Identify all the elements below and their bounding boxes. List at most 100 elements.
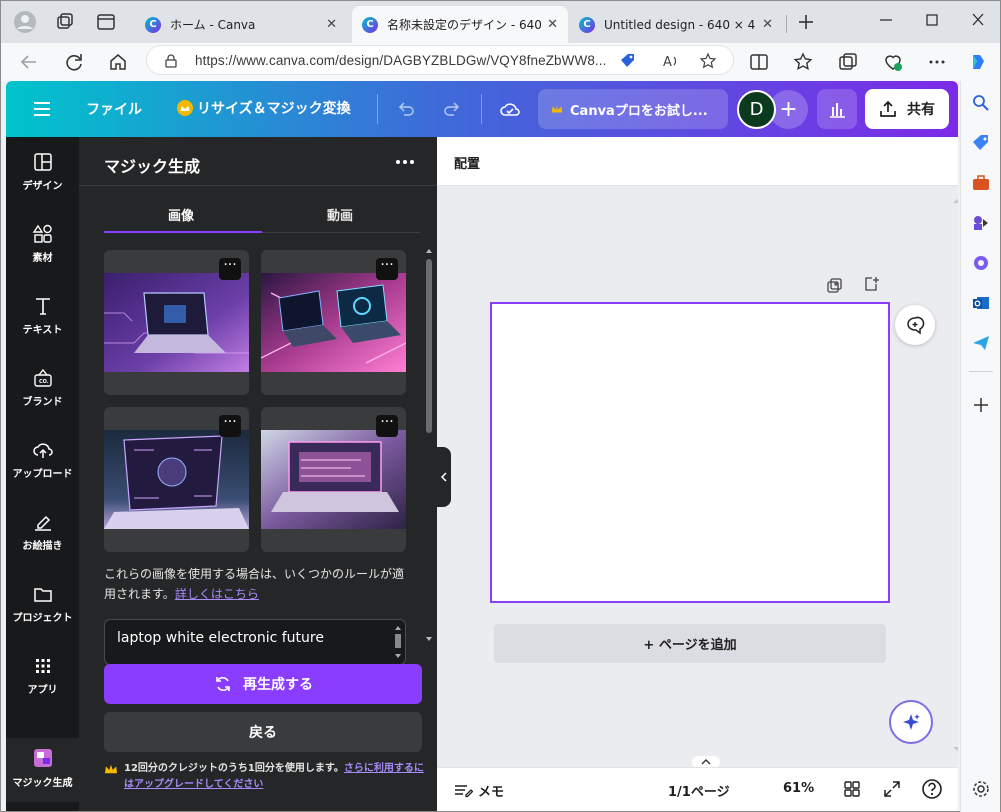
add-sidebar-icon[interactable] bbox=[971, 395, 991, 415]
rail-item-elements[interactable]: 素材 bbox=[6, 215, 79, 279]
duplicate-page-icon[interactable] bbox=[826, 277, 844, 295]
tab-title: ホーム - Canva bbox=[170, 18, 256, 32]
tab-untitled-design[interactable]: C Untitled design - 640 × 480p ✕ bbox=[569, 6, 783, 43]
help-icon[interactable] bbox=[921, 778, 943, 800]
coupon-icon[interactable] bbox=[619, 52, 637, 70]
copilot-icon[interactable] bbox=[967, 51, 989, 73]
split-screen-icon[interactable] bbox=[748, 51, 770, 73]
share-button[interactable]: 共有 bbox=[865, 89, 949, 129]
generated-image-2[interactable]: ··· bbox=[261, 250, 406, 395]
page-indicator[interactable]: 1/1ページ bbox=[668, 781, 730, 800]
shopping-tag-icon[interactable] bbox=[971, 133, 991, 153]
rail-item-apps[interactable]: アプリ bbox=[6, 647, 79, 711]
tools-icon[interactable] bbox=[971, 173, 991, 193]
rail-item-brand[interactable]: CO. ブランド bbox=[6, 359, 79, 423]
svg-text:A: A bbox=[663, 55, 672, 70]
shapes-icon bbox=[32, 224, 52, 243]
back-button[interactable]: 戻る bbox=[104, 712, 422, 752]
rail-item-projects[interactable]: プロジェクト bbox=[6, 575, 79, 639]
undo-icon[interactable] bbox=[396, 99, 416, 119]
new-tab-icon[interactable] bbox=[794, 10, 818, 34]
workspace-scrollbar[interactable] bbox=[953, 197, 958, 757]
close-window-icon[interactable] bbox=[966, 10, 990, 30]
collections-icon[interactable] bbox=[837, 51, 859, 73]
design-page[interactable] bbox=[490, 302, 890, 603]
rail-item-text[interactable]: テキスト bbox=[6, 287, 79, 351]
search-icon[interactable] bbox=[971, 93, 991, 113]
grid-view-icon[interactable] bbox=[843, 780, 861, 798]
profile-icon[interactable] bbox=[13, 10, 37, 34]
position-button[interactable]: 配置 bbox=[454, 153, 480, 172]
bottom-bar: メモ 1/1ページ 61% bbox=[437, 767, 958, 811]
close-tab-icon[interactable]: ✕ bbox=[547, 17, 558, 32]
magic-assistant-button[interactable] bbox=[889, 700, 933, 744]
chevron-left-icon bbox=[440, 472, 447, 482]
fullscreen-icon[interactable] bbox=[883, 780, 901, 798]
rail-item-magic-media[interactable]: マジック生成 bbox=[6, 738, 79, 802]
refresh-icon[interactable] bbox=[63, 51, 85, 73]
tab-canva-home[interactable]: C ホーム - Canva ✕ bbox=[135, 6, 347, 43]
tab-design-active[interactable]: C 名称未設定のデザイン - 640 ✕ bbox=[352, 6, 568, 43]
learn-more-link[interactable]: 詳しくはこちら bbox=[175, 587, 259, 601]
microsoft-365-icon[interactable] bbox=[971, 253, 991, 273]
generated-image-3[interactable]: ··· bbox=[104, 407, 249, 552]
rail-item-uploads[interactable]: アップロード bbox=[6, 431, 79, 495]
maximize-icon[interactable] bbox=[920, 10, 944, 30]
hamburger-menu-icon[interactable] bbox=[32, 99, 52, 119]
cloud-saved-icon[interactable] bbox=[499, 98, 521, 120]
more-menu-icon[interactable] bbox=[926, 51, 948, 73]
rail-item-draw[interactable]: お絵描き bbox=[6, 503, 79, 567]
regenerate-button[interactable]: 再生成する bbox=[104, 664, 422, 704]
games-icon[interactable] bbox=[971, 213, 991, 233]
crown-icon bbox=[105, 764, 117, 774]
add-favorite-icon[interactable] bbox=[699, 52, 717, 70]
insights-button[interactable] bbox=[817, 89, 857, 129]
favorites-icon[interactable] bbox=[792, 51, 814, 73]
avatar[interactable]: D bbox=[737, 90, 776, 129]
back-arrow-icon[interactable] bbox=[18, 51, 40, 73]
tab-image[interactable]: 画像 bbox=[168, 205, 194, 224]
send-icon[interactable] bbox=[971, 333, 991, 353]
notes-button[interactable]: メモ bbox=[478, 781, 504, 800]
outlook-icon[interactable] bbox=[971, 293, 991, 313]
rail-label: ブランド bbox=[22, 397, 63, 408]
redo-icon[interactable] bbox=[442, 99, 462, 119]
edge-sidebar bbox=[960, 81, 1000, 812]
lock-icon[interactable] bbox=[163, 53, 179, 69]
resize-magic-button[interactable]: リサイズ＆マジック変換 bbox=[177, 98, 351, 118]
file-menu[interactable]: ファイル bbox=[86, 99, 142, 119]
notes-icon[interactable] bbox=[453, 780, 473, 800]
browser-essentials-icon[interactable] bbox=[882, 51, 904, 73]
prompt-input[interactable]: laptop white electronic future bbox=[104, 619, 406, 665]
minimize-icon[interactable] bbox=[874, 10, 898, 30]
address-field[interactable]: https://www.canva.com/design/DAGBYZBLDGw… bbox=[146, 45, 734, 75]
magic-media-icon bbox=[33, 749, 52, 767]
prompt-scroll-arrows[interactable] bbox=[394, 624, 402, 660]
generated-image-laptop-3 bbox=[104, 430, 249, 529]
generated-image-4[interactable]: ··· bbox=[261, 407, 406, 552]
rail-item-design[interactable]: デザイン bbox=[6, 143, 79, 207]
tab-video[interactable]: 動画 bbox=[327, 205, 353, 224]
generated-image-laptop-2 bbox=[261, 273, 406, 372]
settings-gear-icon[interactable] bbox=[971, 779, 991, 799]
read-aloud-icon[interactable]: A bbox=[661, 52, 679, 70]
generated-image-1[interactable]: ··· bbox=[104, 250, 249, 395]
workspaces-icon[interactable] bbox=[53, 10, 77, 34]
image-options-icon[interactable]: ··· bbox=[376, 258, 398, 280]
home-icon[interactable] bbox=[107, 51, 129, 73]
add-comment-button[interactable] bbox=[895, 305, 935, 345]
close-tab-icon[interactable]: ✕ bbox=[762, 17, 773, 32]
image-options-icon[interactable]: ··· bbox=[219, 258, 241, 280]
panel-scrollbar[interactable] bbox=[424, 245, 434, 645]
tab-actions-icon[interactable] bbox=[94, 10, 118, 34]
close-tab-icon[interactable]: ✕ bbox=[326, 17, 337, 32]
resize-magic-label: リサイズ＆マジック変換 bbox=[197, 101, 351, 117]
try-canva-pro-button[interactable]: Canvaプロをお試し... bbox=[538, 89, 728, 129]
image-options-icon[interactable]: ··· bbox=[219, 415, 241, 437]
add-page-icon[interactable] bbox=[862, 275, 880, 293]
add-page-button[interactable]: + ページを追加 bbox=[494, 624, 886, 663]
image-options-icon[interactable]: ··· bbox=[376, 415, 398, 437]
zoom-level[interactable]: 61% bbox=[783, 781, 814, 796]
collapse-panel-handle[interactable] bbox=[437, 447, 451, 507]
more-options-icon[interactable] bbox=[394, 155, 416, 169]
